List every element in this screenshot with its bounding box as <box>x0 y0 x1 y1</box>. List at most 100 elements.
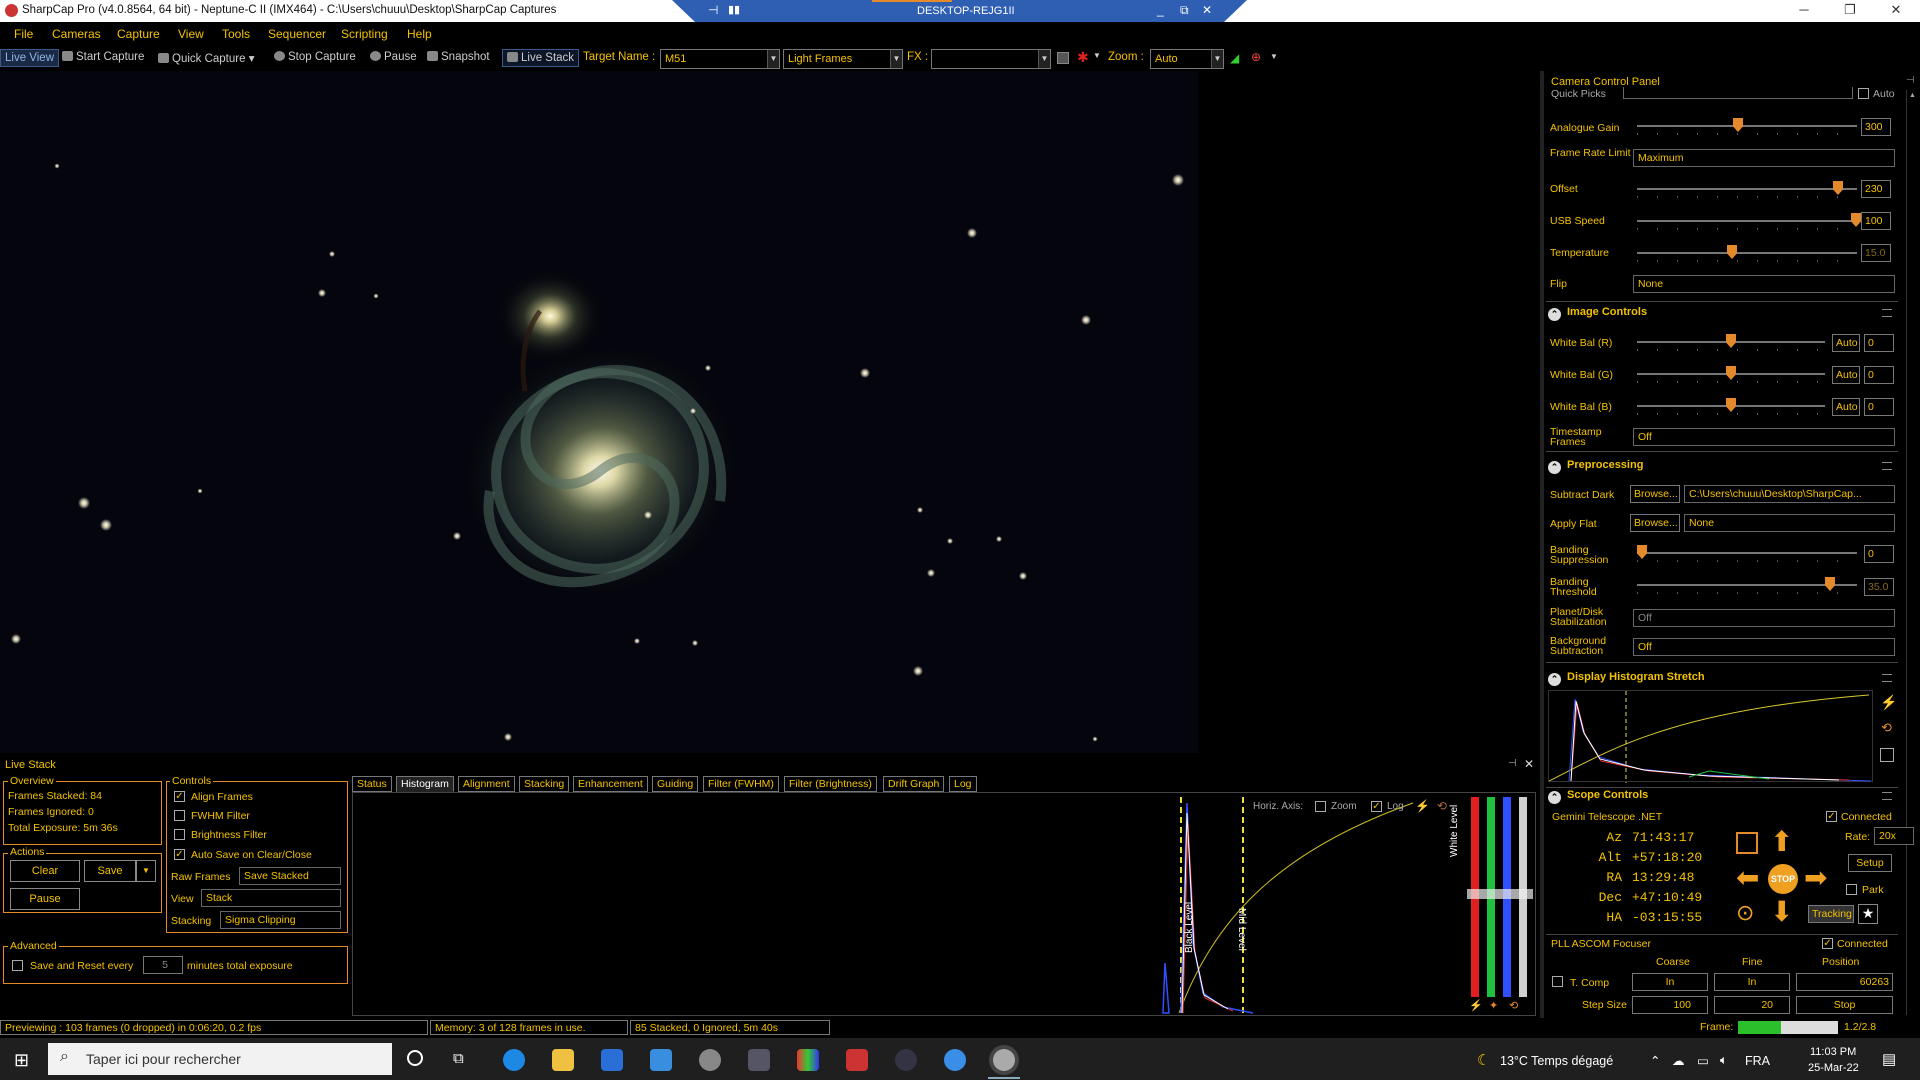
analogue-gain-value[interactable]: 300 <box>1861 118 1891 136</box>
pin-icon[interactable]: ⊣ <box>1906 75 1915 86</box>
volume-icon[interactable]: 🔈︎ <box>1720 1053 1728 1068</box>
target-icon[interactable]: ⊙ <box>1736 900 1754 926</box>
pause-button[interactable]: Pause <box>10 888 80 910</box>
start-capture-button[interactable]: Start Capture <box>62 51 144 63</box>
focus-in-coarse-button[interactable]: In <box>1632 973 1708 991</box>
wb-r-value[interactable]: 0 <box>1864 334 1894 352</box>
fx-settings-icon[interactable] <box>1057 52 1069 64</box>
snapshot-button[interactable]: Snapshot <box>427 51 490 63</box>
menu-scripting[interactable]: Scripting <box>341 27 388 41</box>
setup-button[interactable]: Setup <box>1848 854 1892 872</box>
zoom-tool-icon[interactable]: ⊕ <box>1251 50 1261 64</box>
app-icon[interactable] <box>895 1049 917 1071</box>
arrow-right-icon[interactable]: ➡ <box>1804 864 1827 892</box>
zoom-checkbox[interactable] <box>1315 801 1326 812</box>
wb-b-value[interactable]: 0 <box>1864 398 1894 416</box>
windows-start-icon[interactable]: ⊞ <box>14 1050 29 1071</box>
step-fine-input[interactable]: 20 <box>1714 996 1790 1014</box>
subtract-dark-select[interactable]: C:\Users\chuuu\Desktop\SharpCap... <box>1684 485 1895 503</box>
histogram-stretch-graph[interactable] <box>1548 690 1873 783</box>
clock-time[interactable]: 11:03 PM <box>1810 1046 1856 1058</box>
view-select[interactable]: Stack <box>201 889 341 907</box>
zoom-select[interactable]: Auto ▼ <box>1150 49 1224 69</box>
focus-in-fine-button[interactable]: In <box>1714 973 1790 991</box>
subtract-dark-browse-button[interactable]: Browse... <box>1630 485 1680 503</box>
arrow-down-icon[interactable]: ⬇ <box>1770 898 1793 926</box>
rd-minimize-icon[interactable]: _ <box>1157 3 1164 17</box>
step-coarse-input[interactable]: 100 <box>1632 996 1708 1014</box>
frame-type-select[interactable]: Light Frames ▼ <box>783 49 903 69</box>
chevron-down-icon[interactable]: ▼ <box>767 50 779 68</box>
apply-flat-select[interactable]: None <box>1684 514 1895 532</box>
store-icon[interactable] <box>601 1049 623 1071</box>
focuser-position-value[interactable]: 60263 <box>1796 973 1893 991</box>
menu-view[interactable]: View <box>178 27 204 41</box>
wb-b-auto-button[interactable]: Auto <box>1832 398 1860 416</box>
tab-drift-graph[interactable]: Drift Graph <box>883 776 945 792</box>
weather-text[interactable]: 13°C Temps dégagé <box>1500 1054 1613 1068</box>
align-frames-checkbox[interactable]: ✓ <box>174 791 185 802</box>
live-stack-button[interactable]: Live Stack <box>502 49 580 67</box>
temperature-slider[interactable] <box>1637 245 1857 262</box>
wb-b-slider[interactable] <box>1637 398 1825 415</box>
offset-value[interactable]: 230 <box>1861 180 1891 198</box>
stop-capture-button[interactable]: Stop Capture <box>274 51 356 63</box>
sync-icon[interactable] <box>1736 832 1758 854</box>
arrow-left-icon[interactable]: ⬅ <box>1736 864 1759 892</box>
panel-scrollbar[interactable]: ▲ <box>1906 90 1918 1015</box>
auto-save-checkbox[interactable]: ✓ <box>174 849 185 860</box>
usb-speed-slider[interactable] <box>1637 213 1861 230</box>
auto-stretch-icon[interactable]: ⚡ <box>1415 799 1430 813</box>
usb-speed-value[interactable]: 100 <box>1861 212 1891 230</box>
save-reset-checkbox[interactable] <box>12 960 23 971</box>
apply-flat-browse-button[interactable]: Browse... <box>1630 514 1680 532</box>
menu-icon[interactable] <box>1882 309 1892 317</box>
save-icon[interactable] <box>1880 748 1894 762</box>
app-icon[interactable] <box>797 1049 819 1071</box>
chevron-down-icon[interactable]: ▼ <box>1211 50 1223 68</box>
tab-histogram[interactable]: Histogram <box>396 776 454 792</box>
menu-sequencer[interactable]: Sequencer <box>268 27 326 41</box>
maximize-button[interactable]: ❐ <box>1832 2 1868 20</box>
notification-icon[interactable]: ▤ <box>1882 1050 1896 1068</box>
stacking-select[interactable]: Sigma Clipping <box>220 911 341 929</box>
analogue-gain-slider[interactable] <box>1637 118 1857 135</box>
reset-icon[interactable]: ⟲ <box>1881 720 1892 736</box>
tab-enhancement[interactable]: Enhancement <box>573 776 648 792</box>
park-checkbox[interactable] <box>1846 884 1857 895</box>
pin-icon[interactable]: ⊣ <box>708 3 718 17</box>
quick-picks-auto-checkbox[interactable] <box>1858 88 1869 99</box>
image-viewport[interactable] <box>0 71 1198 753</box>
preprocessing-header[interactable]: ⌃ Preprocessing <box>1548 459 1896 477</box>
teamviewer-icon[interactable] <box>944 1049 966 1071</box>
language-indicator[interactable]: FRA <box>1745 1054 1770 1068</box>
quick-picks-select[interactable] <box>1623 87 1853 99</box>
image-controls-header[interactable]: ⌃ Image Controls <box>1548 306 1896 324</box>
menu-tools[interactable]: Tools <box>222 27 250 41</box>
tab-alignment[interactable]: Alignment <box>458 776 515 792</box>
clock-date[interactable]: 25-Mar-22 <box>1808 1062 1859 1074</box>
collapse-icon[interactable]: ⌃ <box>1548 673 1561 686</box>
menu-icon[interactable] <box>1882 462 1892 470</box>
flip-select[interactable]: None <box>1633 275 1895 293</box>
mail-icon[interactable] <box>650 1049 672 1071</box>
background-sub-select[interactable]: Off <box>1633 638 1895 656</box>
sharpcap-icon[interactable] <box>993 1049 1015 1071</box>
planet-stab-select[interactable]: Off <box>1633 609 1895 627</box>
collapse-icon[interactable]: ⌃ <box>1548 461 1561 474</box>
tracking-button[interactable]: Tracking <box>1808 905 1854 923</box>
raw-frames-select[interactable]: Save Stacked <box>239 867 341 885</box>
collapse-icon[interactable]: ⌃ <box>1548 791 1561 804</box>
histogram-icon[interactable]: ◢ <box>1230 51 1239 65</box>
clear-button[interactable]: Clear <box>10 860 80 882</box>
auto-stretch-icon[interactable]: ⚡ <box>1880 694 1897 711</box>
sparkle-icon[interactable]: ✦ <box>1489 999 1498 1012</box>
save-dropdown-button[interactable]: ▼ <box>136 860 156 882</box>
tab-stacking[interactable]: Stacking <box>519 776 570 792</box>
focuser-stop-button[interactable]: Stop <box>1796 996 1893 1014</box>
arrow-up-icon[interactable]: ⬆ <box>1770 828 1793 856</box>
reset-icon[interactable]: ⟲ <box>1509 999 1518 1012</box>
menu-cameras[interactable]: Cameras <box>52 27 101 41</box>
color-balance-sliders[interactable] <box>1467 797 1533 997</box>
fx-select[interactable]: ▼ <box>931 49 1051 69</box>
